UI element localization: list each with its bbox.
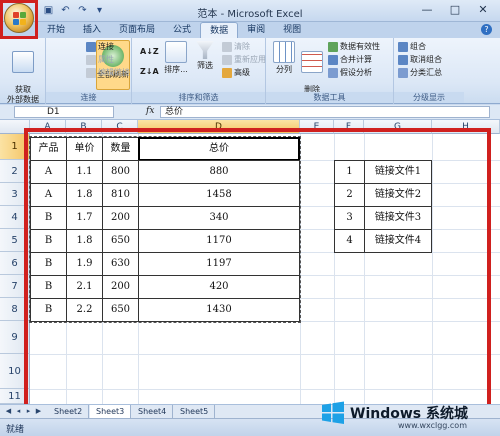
subtotal-icon	[398, 68, 408, 78]
tab-home[interactable]: 开始	[38, 22, 74, 38]
ribbon: 获取 外部数据 全部刷新 连接 属性 编辑链接 连接 A↓Z Z↓A 排序...…	[0, 38, 500, 104]
clear-button[interactable]: 清除	[222, 41, 250, 53]
window-controls: — □ ✕	[414, 1, 496, 19]
properties-button[interactable]: 属性	[86, 54, 114, 66]
group-button[interactable]: 组合	[398, 41, 426, 53]
sheet-tab[interactable]: Sheet2	[48, 405, 90, 418]
advanced-button[interactable]: 高级	[222, 67, 250, 79]
get-external-data-button[interactable]: 获取 外部数据	[4, 41, 42, 105]
properties-label: 属性	[98, 55, 114, 64]
connections-icon	[86, 42, 96, 52]
subtotal-button[interactable]: 分类汇总	[398, 67, 442, 79]
group-icon	[398, 42, 408, 52]
consolidate-button[interactable]: 合并计算	[328, 54, 372, 66]
highlight-frame	[24, 128, 491, 424]
title-bar: ▣ ↶ ↷ ▾ 范本 - Microsoft Excel — □ ✕	[0, 0, 500, 22]
data-validation-label: 数据有效性	[340, 42, 380, 51]
group-connections-label: 连接	[46, 92, 131, 103]
group-outline: 组合 取消组合 分类汇总 分级显示	[394, 38, 464, 104]
connections-label: 连接	[98, 42, 114, 51]
data-validation-icon	[328, 42, 338, 52]
edit-links-label: 编辑链接	[98, 68, 130, 77]
sheet-tab[interactable]: Sheet4	[132, 405, 174, 418]
group-data-tools: 分列 删除 重复项 数据有效性 合并计算 假设分析 数据工具	[266, 38, 394, 104]
consolidate-icon	[328, 55, 338, 65]
external-data-icon	[12, 51, 34, 73]
group-outline-label: 分级显示	[394, 92, 464, 103]
sort-descending-icon: Z↓A	[140, 67, 159, 76]
what-if-button[interactable]: 假设分析	[328, 67, 372, 79]
advanced-label: 高级	[234, 68, 250, 77]
text-to-columns-icon	[273, 41, 295, 63]
consolidate-label: 合并计算	[340, 55, 372, 64]
watermark-text: Windows 系统城	[350, 406, 468, 422]
windows-logo-icon	[322, 401, 344, 424]
sheet-tab[interactable]: Sheet3	[90, 405, 132, 418]
text-to-columns-label: 分列	[276, 65, 292, 74]
tab-review[interactable]: 审阅	[238, 22, 274, 38]
sort-button[interactable]: 排序...	[162, 41, 190, 75]
help-icon[interactable]: ?	[481, 24, 492, 35]
tab-page-layout[interactable]: 页面布局	[110, 22, 164, 38]
sheet-tab[interactable]: Sheet5	[174, 405, 216, 418]
clear-icon	[222, 42, 232, 52]
sort-ascending-icon: A↓Z	[140, 47, 159, 56]
clear-label: 清除	[234, 42, 250, 51]
tab-formulas[interactable]: 公式	[164, 22, 200, 38]
what-if-icon	[328, 68, 338, 78]
subtotal-label: 分类汇总	[410, 68, 442, 77]
status-text: 就绪	[6, 425, 25, 435]
reapply-label: 重新应用	[234, 55, 266, 64]
maximize-button[interactable]: □	[442, 1, 468, 19]
tab-insert[interactable]: 插入	[74, 22, 110, 38]
office-button-highlight	[0, 0, 38, 39]
name-box[interactable]: D1	[14, 106, 114, 118]
last-sheet-icon[interactable]: ▶	[34, 406, 43, 417]
formula-bar: D1 fx 总价	[0, 105, 500, 120]
what-if-label: 假设分析	[340, 68, 372, 77]
group-label: 组合	[410, 42, 426, 51]
sheet-nav: ◀ ◂ ▸ ▶	[4, 406, 43, 417]
advanced-filter-icon	[222, 68, 232, 78]
group-connections: 全部刷新 连接 属性 编辑链接 连接	[46, 38, 132, 104]
next-sheet-icon[interactable]: ▸	[24, 406, 33, 417]
sort-descending-button[interactable]: Z↓A	[140, 66, 159, 78]
fx-icon[interactable]: fx	[146, 106, 154, 116]
filter-funnel-icon	[196, 41, 214, 59]
tab-data[interactable]: 数据	[200, 22, 239, 38]
ungroup-label: 取消组合	[410, 55, 442, 64]
edit-links-icon	[86, 68, 96, 78]
watermark-url: www.wxclgg.com	[398, 421, 467, 430]
sort-icon	[165, 41, 187, 63]
group-data-tools-label: 数据工具	[266, 92, 393, 103]
remove-duplicates-icon	[301, 51, 323, 73]
first-sheet-icon[interactable]: ◀	[4, 406, 13, 417]
prev-sheet-icon[interactable]: ◂	[14, 406, 23, 417]
formula-input[interactable]: 总价	[160, 106, 490, 118]
sort-label: 排序...	[164, 65, 188, 74]
ungroup-button[interactable]: 取消组合	[398, 54, 442, 66]
ungroup-icon	[398, 55, 408, 65]
watermark: Windows 系统城 www.wxclgg.com	[318, 397, 500, 431]
get-external-label: 获取 外部数据	[7, 85, 39, 104]
properties-icon	[86, 55, 96, 65]
tab-view[interactable]: 视图	[274, 22, 310, 38]
connections-button[interactable]: 连接	[86, 41, 114, 53]
edit-links-button[interactable]: 编辑链接	[86, 67, 130, 79]
group-sort-filter: A↓Z Z↓A 排序... 筛选 清除 重新应用 高级 排序和筛选	[132, 38, 266, 104]
group-get-external: 获取 外部数据	[0, 38, 46, 104]
reapply-icon	[222, 55, 232, 65]
filter-button[interactable]: 筛选	[192, 41, 218, 71]
reapply-button[interactable]: 重新应用	[222, 54, 266, 66]
minimize-button[interactable]: —	[414, 1, 440, 19]
close-button[interactable]: ✕	[470, 1, 496, 19]
data-validation-button[interactable]: 数据有效性	[328, 41, 380, 53]
sort-ascending-button[interactable]: A↓Z	[140, 46, 159, 58]
group-sort-filter-label: 排序和筛选	[132, 92, 265, 103]
text-to-columns-button[interactable]: 分列	[270, 41, 298, 75]
ribbon-tab-bar: 开始 插入 页面布局 公式 数据 审阅 视图 ?	[0, 22, 500, 38]
filter-label: 筛选	[197, 61, 213, 70]
